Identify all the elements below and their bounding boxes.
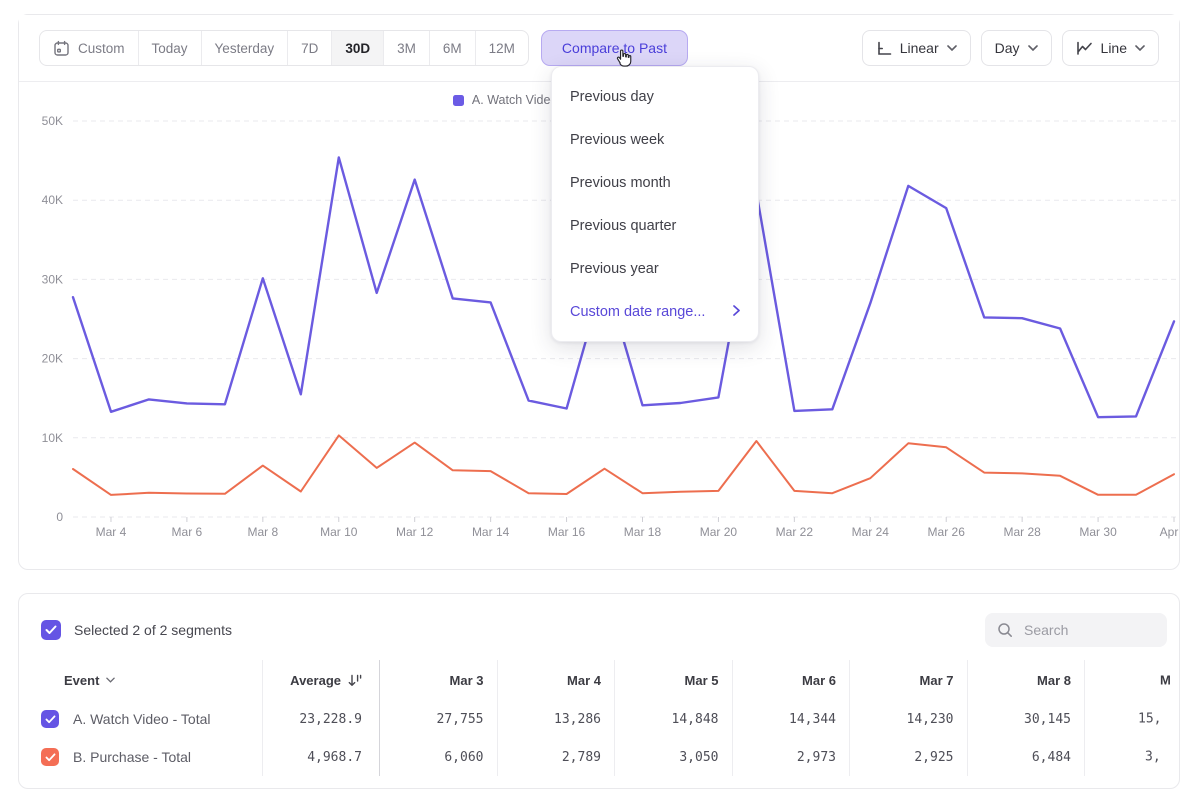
svg-text:Mar 22: Mar 22 xyxy=(776,525,814,539)
interval-dropdown[interactable]: Day xyxy=(981,30,1052,66)
svg-text:Mar 28: Mar 28 xyxy=(1003,525,1041,539)
segments-table-card: Selected 2 of 2 segments Event Average xyxy=(18,593,1180,789)
search-icon xyxy=(997,622,1013,638)
svg-text:Mar 10: Mar 10 xyxy=(320,525,358,539)
compare-to-past-button[interactable]: Compare to Past xyxy=(541,30,688,66)
svg-text:Mar 26: Mar 26 xyxy=(928,525,966,539)
menu-item-previous-week[interactable]: Previous week xyxy=(552,118,758,161)
select-all-checkbox[interactable] xyxy=(41,620,61,640)
line-chart-icon xyxy=(1076,41,1093,56)
table-row-watch-video: A. Watch Video - Total 23,228.9 27,755 1… xyxy=(19,700,1179,738)
row-checkbox[interactable] xyxy=(41,748,59,766)
cell-mar-4: 2,789 xyxy=(497,738,615,776)
scale-dropdown[interactable]: Linear xyxy=(862,30,971,66)
menu-item-previous-quarter[interactable]: Previous quarter xyxy=(552,204,758,247)
svg-text:Mar 24: Mar 24 xyxy=(852,525,890,539)
compare-menu: Previous day Previous week Previous mont… xyxy=(551,66,759,342)
axis-scale-icon xyxy=(876,41,892,56)
cell-mar-7: 14,230 xyxy=(849,700,967,738)
range-label: Custom xyxy=(78,41,125,56)
cell-mar-7: 2,925 xyxy=(849,738,967,776)
svg-text:Mar 12: Mar 12 xyxy=(396,525,434,539)
cell-mar-8: 6,484 xyxy=(967,738,1085,776)
svg-text:Mar 30: Mar 30 xyxy=(1079,525,1117,539)
table-row-purchase: B. Purchase - Total 4,968.7 6,060 2,789 … xyxy=(19,738,1179,776)
svg-text:Mar 16: Mar 16 xyxy=(548,525,586,539)
header-mar-8[interactable]: Mar 8 xyxy=(967,660,1085,700)
row-checkbox[interactable] xyxy=(41,710,59,728)
menu-item-custom-date-range[interactable]: Custom date range... xyxy=(552,290,758,333)
cell-clipped: 15, xyxy=(1084,700,1180,738)
svg-text:20K: 20K xyxy=(42,352,63,366)
selected-summary: Selected 2 of 2 segments xyxy=(74,620,232,640)
range-3m[interactable]: 3M xyxy=(383,31,429,65)
calendar-icon xyxy=(53,40,70,57)
segment-label: A. Watch Video - Total xyxy=(73,711,210,727)
segment-label: B. Purchase - Total xyxy=(73,749,191,765)
svg-text:Apr 1: Apr 1 xyxy=(1160,525,1181,539)
cell-clipped: 3, xyxy=(1084,738,1180,776)
cell-mar-3: 27,755 xyxy=(379,700,497,738)
chevron-right-icon xyxy=(733,303,740,320)
cell-mar-6: 14,344 xyxy=(732,700,850,738)
cell-mar-5: 14,848 xyxy=(614,700,732,738)
range-30d[interactable]: 30D xyxy=(331,31,383,65)
svg-text:Mar 4: Mar 4 xyxy=(96,525,127,539)
date-range-group: Custom Today Yesterday 7D 30D 3M 6M 12M xyxy=(39,30,529,66)
svg-text:0: 0 xyxy=(56,510,63,524)
svg-text:10K: 10K xyxy=(42,431,63,445)
header-average[interactable]: Average xyxy=(262,660,379,700)
cell-mar-5: 3,050 xyxy=(614,738,732,776)
svg-text:50K: 50K xyxy=(42,114,63,128)
analytics-dashboard: 0 10K 20K 30K 40K 50K Mar 4 Mar 6 Mar 8 Mar 10 Mar… xyxy=(0,0,1200,802)
header-mar-7[interactable]: Mar 7 xyxy=(849,660,967,700)
cell-mar-8: 30,145 xyxy=(967,700,1085,738)
chevron-down-icon xyxy=(106,677,115,683)
svg-text:Mar 20: Mar 20 xyxy=(700,525,738,539)
search-box[interactable] xyxy=(985,613,1167,647)
header-mar-6[interactable]: Mar 6 xyxy=(732,660,850,700)
legend-swatch-purple xyxy=(453,95,464,106)
table-header-row: Event Average Mar 3 Mar 4 Mar 5 Mar 6 Ma… xyxy=(19,660,1179,700)
cell-average: 4,968.7 xyxy=(262,738,379,776)
range-12m[interactable]: 12M xyxy=(475,31,528,65)
search-input[interactable] xyxy=(1022,621,1146,639)
menu-item-previous-year[interactable]: Previous year xyxy=(552,247,758,290)
range-custom[interactable]: Custom xyxy=(40,31,138,65)
range-today[interactable]: Today xyxy=(138,31,201,65)
sort-descending-icon xyxy=(348,674,362,687)
range-6m[interactable]: 6M xyxy=(429,31,475,65)
range-7d[interactable]: 7D xyxy=(287,31,331,65)
svg-text:Mar 8: Mar 8 xyxy=(247,525,278,539)
header-mar-4[interactable]: Mar 4 xyxy=(497,660,615,700)
chart-display-controls: Linear Day xyxy=(862,30,1159,66)
cell-mar-3: 6,060 xyxy=(379,738,497,776)
svg-text:Mar 14: Mar 14 xyxy=(472,525,510,539)
header-mar-5[interactable]: Mar 5 xyxy=(614,660,732,700)
svg-text:Mar 18: Mar 18 xyxy=(624,525,662,539)
chevron-down-icon xyxy=(1028,45,1038,51)
cell-mar-6: 2,973 xyxy=(732,738,850,776)
cell-mar-4: 13,286 xyxy=(497,700,615,738)
chevron-down-icon xyxy=(947,45,957,51)
range-yesterday[interactable]: Yesterday xyxy=(201,31,288,65)
header-clipped: M xyxy=(1084,660,1180,700)
svg-text:Mar 6: Mar 6 xyxy=(172,525,203,539)
header-mar-3[interactable]: Mar 3 xyxy=(379,660,497,700)
svg-text:30K: 30K xyxy=(42,272,63,286)
segments-topbar: Selected 2 of 2 segments xyxy=(19,594,1179,660)
svg-text:40K: 40K xyxy=(42,193,63,207)
chevron-down-icon xyxy=(1135,45,1145,51)
chart-type-dropdown[interactable]: Line xyxy=(1062,30,1159,66)
menu-item-previous-month[interactable]: Previous month xyxy=(552,161,758,204)
cell-average: 23,228.9 xyxy=(262,700,379,738)
menu-item-previous-day[interactable]: Previous day xyxy=(552,75,758,118)
header-event[interactable]: Event xyxy=(19,673,262,688)
